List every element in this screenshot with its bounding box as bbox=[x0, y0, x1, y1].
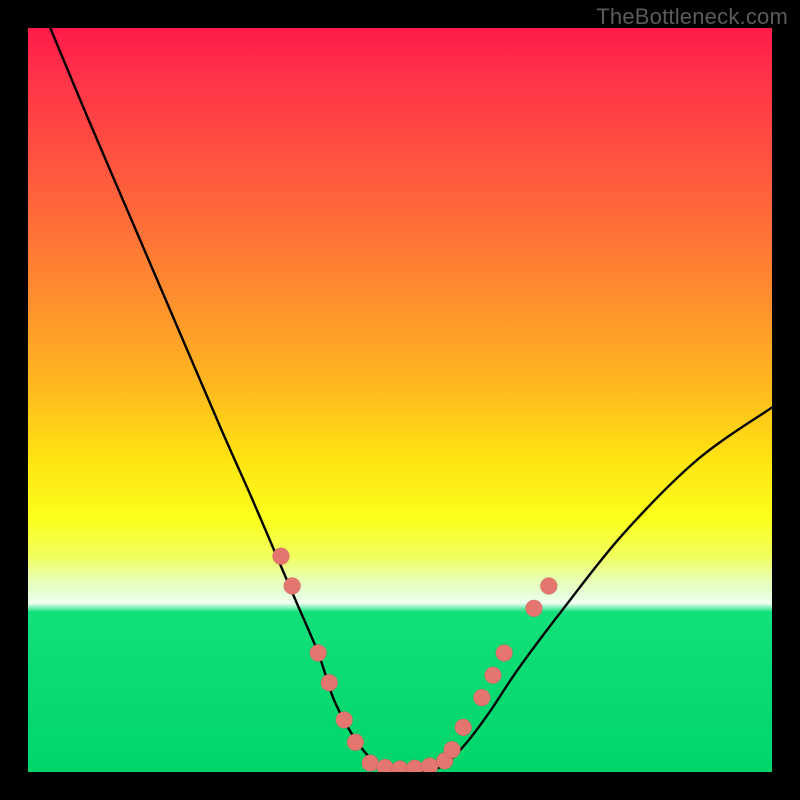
data-marker bbox=[377, 759, 394, 772]
data-marker bbox=[540, 578, 557, 595]
bottleneck-curve bbox=[50, 28, 772, 772]
marker-group bbox=[272, 548, 557, 772]
data-marker bbox=[455, 719, 472, 736]
chart-overlay bbox=[28, 28, 772, 772]
data-marker bbox=[421, 758, 438, 772]
data-marker bbox=[444, 741, 461, 758]
data-marker bbox=[310, 644, 327, 661]
data-marker bbox=[496, 644, 513, 661]
data-marker bbox=[392, 761, 409, 772]
data-marker bbox=[347, 734, 364, 751]
data-marker bbox=[525, 600, 542, 617]
data-marker bbox=[321, 674, 338, 691]
data-marker bbox=[485, 667, 502, 684]
data-marker bbox=[272, 548, 289, 565]
data-marker bbox=[473, 689, 490, 706]
data-marker bbox=[284, 578, 301, 595]
data-marker bbox=[362, 755, 379, 772]
watermark-text: TheBottleneck.com bbox=[596, 4, 788, 30]
data-marker bbox=[406, 760, 423, 772]
chart-container: TheBottleneck.com bbox=[0, 0, 800, 800]
data-marker bbox=[336, 711, 353, 728]
